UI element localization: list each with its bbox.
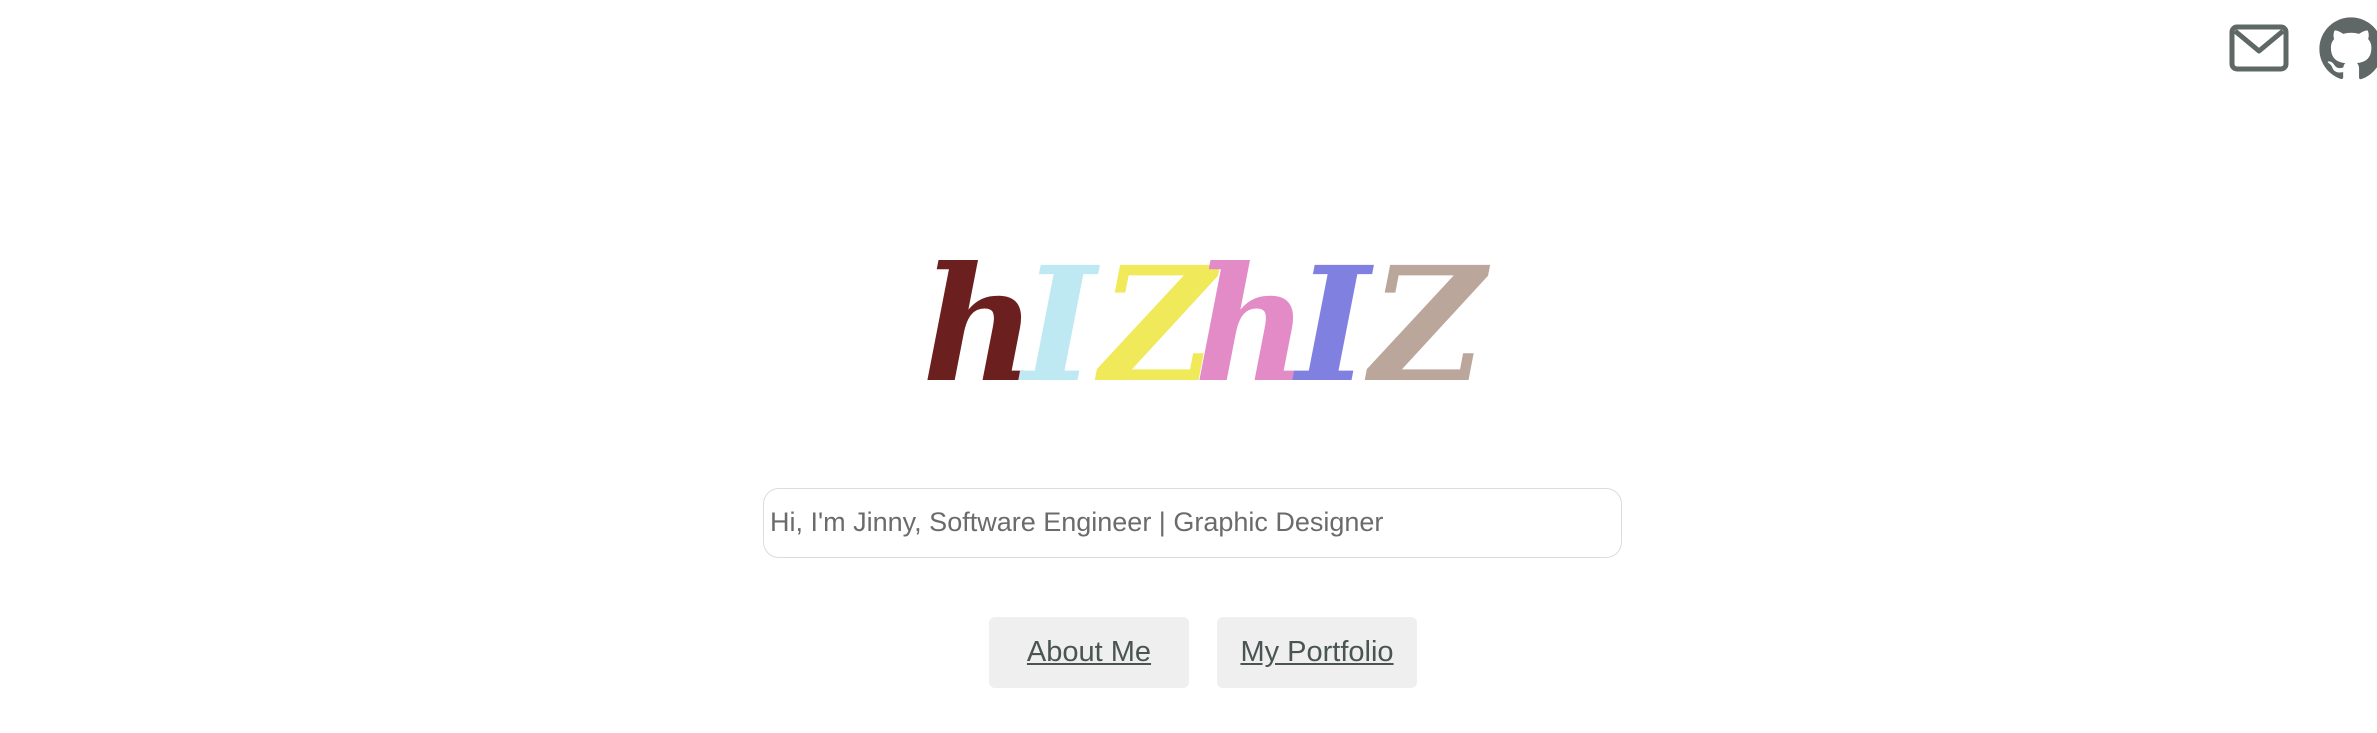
logo: h I Z h I Z	[922, 233, 1491, 418]
logo-letter: Z	[1364, 233, 1491, 418]
logo-wordmark: h I Z h I Z	[922, 233, 1491, 418]
mail-link[interactable]	[2228, 18, 2290, 80]
logo-letter: h	[922, 233, 1037, 418]
about-me-button[interactable]: About Me	[989, 617, 1189, 688]
logo-letter: I	[1018, 233, 1100, 418]
intro-text: Hi, I'm Jinny, Software Engineer | Graph…	[770, 507, 1384, 537]
my-portfolio-button[interactable]: My Portfolio	[1217, 617, 1417, 688]
intro-text-box: Hi, I'm Jinny, Software Engineer | Graph…	[763, 488, 1622, 558]
logo-letter: I	[1292, 233, 1374, 418]
logo-letter: h	[1194, 233, 1309, 418]
github-icon	[2319, 17, 2377, 80]
github-link[interactable]	[2318, 16, 2377, 82]
mail-icon	[2229, 24, 2289, 72]
